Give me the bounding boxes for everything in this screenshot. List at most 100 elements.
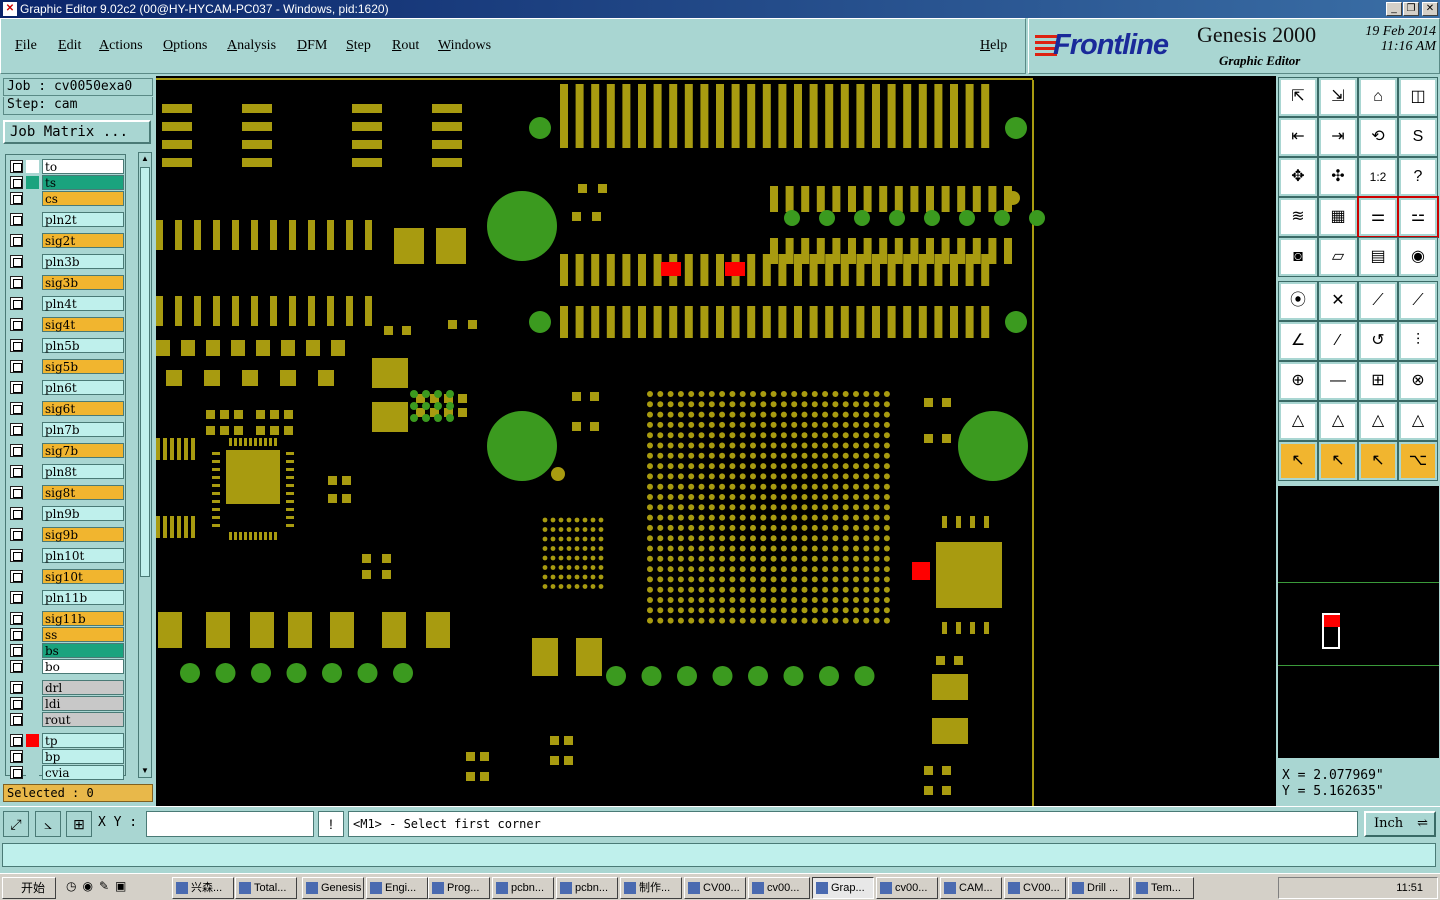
line2-icon[interactable]: ⟋ — [1398, 281, 1438, 321]
layer-color-swatch[interactable] — [26, 339, 39, 352]
taskbar-item[interactable]: 兴森... — [172, 877, 234, 899]
grid-icon[interactable]: ⊞ — [66, 811, 92, 837]
taskbar-item[interactable]: 制作... — [620, 877, 682, 899]
taskbar-item[interactable]: Prog... — [428, 877, 490, 899]
start-button[interactable]: 开始 — [2, 877, 56, 899]
layer-name[interactable]: sig2t — [42, 233, 124, 248]
layer-checkbox[interactable] — [10, 507, 23, 520]
zoom-page-icon[interactable]: ⇲ — [1318, 77, 1358, 117]
scroll-thumb[interactable] — [140, 167, 150, 577]
layer-name[interactable]: bo — [42, 659, 124, 674]
layer-color-swatch[interactable] — [26, 255, 39, 268]
layer-row-tp[interactable]: tp — [8, 733, 125, 748]
layer-checkbox[interactable] — [10, 318, 23, 331]
layer-row-ts[interactable]: ts — [8, 175, 125, 190]
layer-row-rout[interactable]: rout — [8, 712, 125, 727]
snap-s-icon[interactable]: S — [1398, 117, 1438, 157]
layer-checkbox[interactable] — [10, 339, 23, 352]
layer-color-swatch[interactable] — [26, 444, 39, 457]
close-icon[interactable]: ✕ — [1422, 2, 1438, 16]
pan-right-icon[interactable]: ⇥ — [1318, 117, 1358, 157]
layer-checkbox[interactable] — [10, 681, 23, 694]
layer-name[interactable]: pln7b — [42, 422, 124, 437]
layer-name[interactable]: pln6t — [42, 380, 124, 395]
layer-color-swatch[interactable] — [26, 381, 39, 394]
taskbar-item[interactable]: cv00... — [876, 877, 938, 899]
triangle-icon[interactable]: △ — [1278, 401, 1318, 441]
layer-name[interactable]: pln4t — [42, 296, 124, 311]
layer-checkbox[interactable] — [10, 750, 23, 763]
layer-name[interactable]: sig10t — [42, 569, 124, 584]
layer-name[interactable]: pln10t — [42, 548, 124, 563]
arc-icon[interactable]: ↺ — [1358, 321, 1398, 361]
circle-icon[interactable]: ◉ — [1398, 237, 1438, 277]
layer-name[interactable]: sig7b — [42, 443, 124, 458]
dimension-icon[interactable]: ⊞ — [1358, 361, 1398, 401]
layer-row-pln6t[interactable]: pln6t — [8, 380, 125, 395]
taskbar-item[interactable]: cv00... — [748, 877, 810, 899]
layer-name[interactable]: pln3b — [42, 254, 124, 269]
taskbar-item[interactable]: CV00... — [1004, 877, 1066, 899]
menu-windows[interactable]: Windows — [438, 38, 491, 54]
layer-row-pln9b[interactable]: pln9b — [8, 506, 125, 521]
pan-left-icon[interactable]: ⇤ — [1278, 117, 1318, 157]
snap-icon[interactable]: ⤢ — [3, 811, 29, 837]
layer-color-swatch[interactable] — [26, 402, 39, 415]
taskbar-item[interactable]: Total... — [235, 877, 297, 899]
taskbar-item[interactable]: CAM... — [940, 877, 1002, 899]
layer-row-pln11b[interactable]: pln11b — [8, 590, 125, 605]
layer-row-bo[interactable]: bo — [8, 659, 125, 674]
layer-color-swatch[interactable] — [26, 507, 39, 520]
layer-row-sig8t[interactable]: sig8t — [8, 485, 125, 500]
layer-name[interactable]: drl — [42, 680, 124, 695]
layer-row-sig10t[interactable]: sig10t — [8, 569, 125, 584]
layer-name[interactable]: bp — [42, 749, 124, 764]
layer-name[interactable]: to — [42, 159, 124, 174]
help-icon[interactable]: ? — [1398, 157, 1438, 197]
center-icon[interactable]: ✣ — [1318, 157, 1358, 197]
layer-color-swatch[interactable] — [26, 766, 39, 779]
layer-checkbox[interactable] — [10, 402, 23, 415]
layer-row-pln2t[interactable]: pln2t — [8, 212, 125, 227]
layer-checkbox[interactable] — [10, 549, 23, 562]
ruler-icon[interactable]: ▤ — [1358, 237, 1398, 277]
triangle2-icon[interactable]: △ — [1318, 401, 1358, 441]
quick-launch-icons[interactable]: ◷◉✎▣ — [66, 879, 132, 893]
layer-row-ss[interactable]: ss — [8, 627, 125, 642]
layer-checkbox[interactable] — [10, 465, 23, 478]
layer-checkbox[interactable] — [10, 192, 23, 205]
pointer3-icon[interactable]: ↖ — [1358, 441, 1398, 481]
undo-icon[interactable]: ⟲ — [1358, 117, 1398, 157]
layer-row-sig3b[interactable]: sig3b — [8, 275, 125, 290]
layer-checkbox[interactable] — [10, 297, 23, 310]
scroll-down-icon[interactable]: ▼ — [140, 766, 150, 776]
layer-checkbox[interactable] — [10, 213, 23, 226]
layer-name[interactable]: sig9b — [42, 527, 124, 542]
group-icon[interactable]: ⊗ — [1398, 361, 1438, 401]
layer-name[interactable]: pln8t — [42, 464, 124, 479]
layer-name[interactable]: pln9b — [42, 506, 124, 521]
layer-checkbox[interactable] — [10, 176, 23, 189]
taskbar-item[interactable]: Engi... — [366, 877, 428, 899]
layer-checkbox[interactable] — [10, 713, 23, 726]
layer-color-swatch[interactable] — [26, 213, 39, 226]
taskbar-item[interactable]: Drill ... — [1068, 877, 1130, 899]
pcb-canvas[interactable] — [156, 76, 1276, 806]
layer-checkbox[interactable] — [10, 255, 23, 268]
menu-edit[interactable]: Edit — [58, 38, 81, 54]
menu-dfm[interactable]: DFM — [297, 38, 327, 54]
layer-name[interactable]: cs — [42, 191, 124, 206]
layer-row-bs[interactable]: bs — [8, 643, 125, 658]
layer-name[interactable]: sig5b — [42, 359, 124, 374]
layer-color-swatch[interactable] — [26, 713, 39, 726]
layer-row-pln7b[interactable]: pln7b — [8, 422, 125, 437]
layer-checkbox[interactable] — [10, 234, 23, 247]
layer-row-sig4t[interactable]: sig4t — [8, 317, 125, 332]
line-icon[interactable]: ⟋ — [1358, 281, 1398, 321]
layer-row-bp[interactable]: bp — [8, 749, 125, 764]
ratio-icon[interactable]: 1:2 — [1358, 157, 1398, 197]
layer-row-sig11b[interactable]: sig11b — [8, 611, 125, 626]
layer-color-swatch[interactable] — [26, 528, 39, 541]
layer-color-swatch[interactable] — [26, 628, 39, 641]
layer-color-swatch[interactable] — [26, 160, 39, 173]
